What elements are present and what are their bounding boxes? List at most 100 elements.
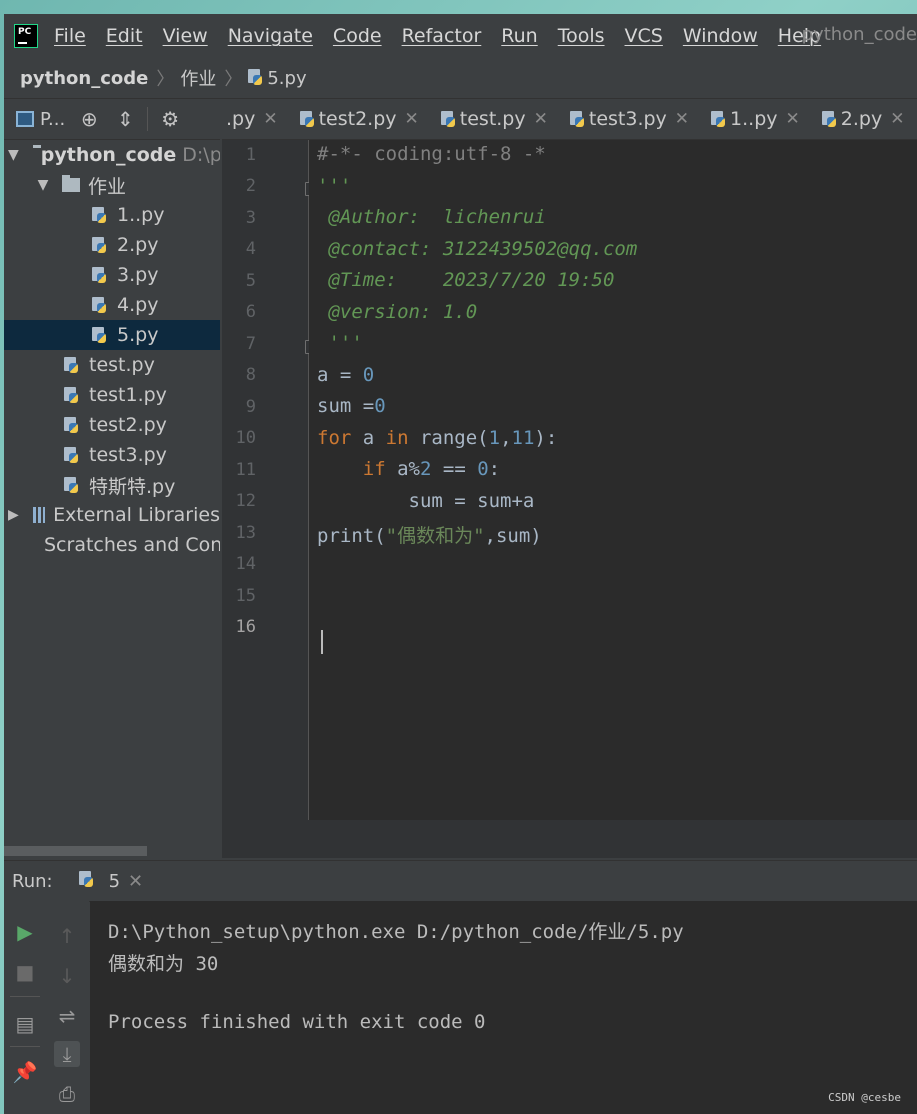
tree-folder-label: 作业 <box>88 175 127 198</box>
soft-wrap-icon[interactable]: ⇌ <box>54 1003 80 1029</box>
menu-vcs[interactable]: VCS <box>625 25 663 47</box>
line-number-current: 16 <box>235 617 256 637</box>
code-editor[interactable]: #-*- coding:utf-8 -* ''' @Author: lichen… <box>309 140 917 820</box>
tree-file-label: test2.py <box>89 414 167 436</box>
run-console[interactable]: D:\Python_setup\python.exe D:/python_cod… <box>90 901 917 1114</box>
project-tree: ▼ python_code D:\p ▼ 作业 1..py 2.py 3.py … <box>4 140 220 858</box>
tree-root[interactable]: ▼ python_code D:\p <box>4 140 220 170</box>
toolbar-divider <box>10 1046 40 1047</box>
line-number: 14 <box>235 554 256 574</box>
collapse-all-icon[interactable]: ⇕ <box>111 107 139 131</box>
tab-editor[interactable]: .py ✕ <box>222 99 290 139</box>
tab-editor[interactable]: 1..py ✕ <box>701 99 812 139</box>
line-number: 9 <box>245 397 256 417</box>
tree-file-label: 特斯特.py <box>89 475 176 498</box>
tree-file[interactable]: 1..py <box>4 200 220 230</box>
collapsed-arrow-icon[interactable]: ▶ <box>8 507 19 523</box>
gear-icon[interactable]: ⚙ <box>156 107 184 131</box>
stop-icon[interactable]: ■ <box>12 959 38 985</box>
python-file-icon <box>248 68 263 86</box>
tree-file[interactable]: 3.py <box>4 260 220 290</box>
python-file-icon <box>92 266 107 284</box>
menu-navigate[interactable]: Navigate <box>228 25 313 47</box>
run-tab[interactable]: 5 ✕ <box>78 871 143 892</box>
menu-code[interactable]: Code <box>333 25 382 47</box>
tree-file-label: 4.py <box>117 294 159 316</box>
tree-root-path: D:\p <box>182 144 220 166</box>
run-toolbar-primary: ▶ ■ ▤ 📌 <box>4 901 46 1114</box>
python-file-icon <box>299 110 315 128</box>
console-line: 偶数和为 30 <box>108 953 219 975</box>
code-line: for a in range(1,11): <box>317 427 558 449</box>
tree-file-selected[interactable]: 5.py <box>4 320 220 350</box>
tree-file[interactable]: test2.py <box>4 410 220 440</box>
tree-external-libraries[interactable]: ▶ External Libraries <box>4 500 220 530</box>
arrow-down-icon[interactable]: ↓ <box>54 963 80 989</box>
menu-tools[interactable]: Tools <box>558 25 605 47</box>
tree-scratches[interactable]: Scratches and Con <box>4 530 220 560</box>
close-icon[interactable]: ✕ <box>405 109 419 129</box>
print-icon[interactable]: ⎙ <box>54 1081 80 1107</box>
close-icon[interactable]: ✕ <box>263 109 277 129</box>
console-line: Process finished with exit code 0 <box>108 1011 486 1033</box>
breadcrumb-file[interactable]: 5.py <box>248 68 307 89</box>
code-line: sum =0 <box>317 395 386 417</box>
tab-editor[interactable]: test3.py ✕ <box>560 99 701 139</box>
python-file-icon <box>64 476 79 494</box>
tab-label: test.py <box>459 108 526 130</box>
menu-edit[interactable]: Edit <box>106 25 143 47</box>
menu-refactor[interactable]: Refactor <box>402 25 482 47</box>
text-caret <box>321 630 323 654</box>
tree-file[interactable]: test1.py <box>4 380 220 410</box>
locate-target-icon[interactable]: ⊕ <box>75 107 103 131</box>
code-line: print("偶数和为",sum) <box>317 525 542 547</box>
breadcrumb-folder[interactable]: 作业 <box>180 65 216 91</box>
scroll-to-end-icon[interactable]: ⤓ <box>54 1041 80 1067</box>
menu-window[interactable]: Window <box>683 25 758 47</box>
tree-file-label: 3.py <box>117 264 159 286</box>
expand-arrow-icon[interactable]: ▼ <box>36 177 50 193</box>
close-icon[interactable]: ✕ <box>534 109 548 129</box>
tree-file[interactable]: 特斯特.py <box>4 470 220 500</box>
tree-folder[interactable]: ▼ 作业 <box>4 170 220 200</box>
line-number: 12 <box>235 491 256 511</box>
tree-file-label: test3.py <box>89 444 167 466</box>
close-icon[interactable]: ✕ <box>890 109 904 129</box>
line-number: 11 <box>235 460 256 480</box>
tree-file[interactable]: 4.py <box>4 290 220 320</box>
close-icon[interactable]: ✕ <box>675 109 689 129</box>
code-line: if a%2 == 0: <box>362 458 501 480</box>
arrow-up-icon[interactable]: ↑ <box>54 923 80 949</box>
menu-view[interactable]: View <box>163 25 208 47</box>
tab-label: test3.py <box>588 108 667 130</box>
tab-label: 2.py <box>840 108 883 130</box>
tab-editor[interactable]: test2.py ✕ <box>290 99 431 139</box>
code-line: a = 0 <box>317 364 375 386</box>
horizontal-scrollbar[interactable] <box>4 846 147 856</box>
window-title: python_code <box>801 24 917 45</box>
run-play-icon[interactable]: ▶ <box>12 919 38 945</box>
watermark: CSDN @cesbe <box>828 1091 901 1104</box>
pycharm-logo-icon: PC <box>14 24 38 48</box>
line-number: 10 <box>235 428 256 448</box>
tab-editor[interactable]: test.py ✕ <box>431 99 560 139</box>
menu-file[interactable]: File <box>54 25 86 47</box>
tab-editor[interactable]: 2.py ✕ <box>812 99 917 139</box>
layout-icon[interactable]: ▤ <box>12 1011 38 1037</box>
close-icon[interactable]: ✕ <box>786 109 800 129</box>
tree-scratches-label: Scratches and Con <box>44 534 220 556</box>
tree-file[interactable]: test3.py <box>4 440 220 470</box>
python-run-icon <box>78 871 99 891</box>
line-number: 13 <box>235 523 256 543</box>
toolbar-divider <box>10 996 40 997</box>
expand-arrow-icon[interactable]: ▼ <box>8 147 19 163</box>
line-number: 2 <box>245 176 256 196</box>
pin-icon[interactable]: 📌 <box>12 1059 38 1085</box>
breadcrumb-project[interactable]: python_code <box>20 68 148 89</box>
menu-run[interactable]: Run <box>501 25 537 47</box>
tree-file[interactable]: 2.py <box>4 230 220 260</box>
project-view-selector[interactable]: P... <box>40 109 65 130</box>
tree-file[interactable]: test.py <box>4 350 220 380</box>
close-icon[interactable]: ✕ <box>128 871 143 892</box>
toolbar-divider <box>147 107 149 131</box>
